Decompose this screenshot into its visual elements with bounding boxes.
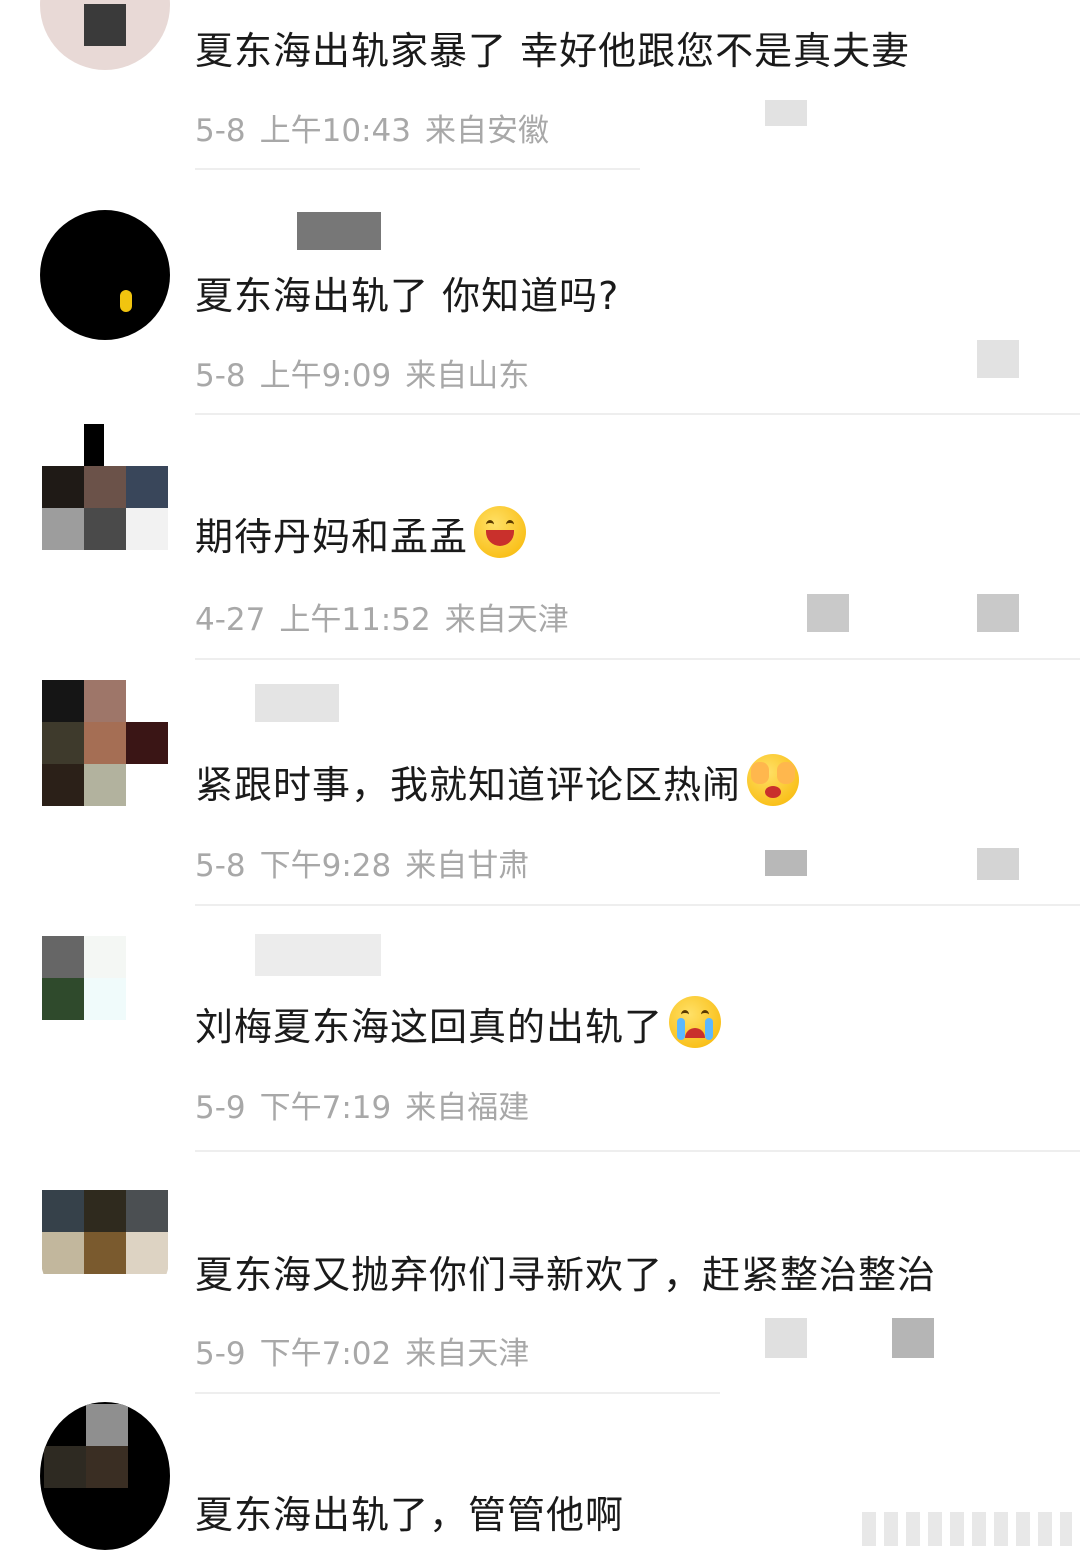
divider (195, 1150, 1080, 1152)
divider (195, 1392, 720, 1394)
avatar[interactable] (40, 1188, 170, 1318)
crying-face-emoji-icon (669, 996, 722, 1048)
comment-item: 夏东海出轨了，管管他啊 (0, 1400, 1080, 1552)
comment-date: 4-27 (195, 602, 266, 638)
avatar[interactable] (40, 424, 170, 554)
covering-eyes-emoji-icon (747, 754, 800, 806)
avatar[interactable] (40, 934, 170, 1064)
comment-meta: 5-9 下午7:19 来自福建 (195, 1082, 529, 1127)
comment-date: 5-9 (195, 1090, 246, 1126)
comment-location: 来自甘肃 (405, 848, 530, 884)
avatar[interactable] (40, 1402, 170, 1550)
like-icon[interactable] (977, 848, 1019, 880)
comment-meta: 5-9 下午7:02 来自天津 (195, 1328, 529, 1373)
divider (195, 413, 1080, 415)
comment-time: 下午7:19 (259, 1090, 392, 1126)
avatar[interactable] (40, 678, 170, 808)
comment-time: 下午7:02 (259, 1336, 392, 1372)
username-redacted (255, 684, 339, 722)
comment-item: 夏东海又抛弃你们寻新欢了，赶紧整治整治 5-9 下午7:02 来自天津 (0, 1170, 1080, 1415)
comment-item: 刘梅夏东海这回真的出轨了 5-9 下午7:19 来自福建 (0, 920, 1080, 1165)
divider (195, 904, 1080, 906)
comment-meta: 5-8 上午10:43 来自安徽 (195, 105, 549, 150)
comment-location: 来自安徽 (424, 113, 549, 149)
comment-text: 夏东海出轨了，管管他啊 (195, 1493, 625, 1537)
username-redacted (297, 212, 381, 250)
comment-item: 期待丹妈和孟孟 4-27 上午11:52 来自天津 (0, 424, 1080, 669)
username-redacted (255, 934, 381, 976)
comment-time: 上午9:09 (259, 358, 392, 394)
comment-meta: 5-8 下午9:28 来自甘肃 (195, 840, 529, 885)
comment-date: 5-8 (195, 358, 246, 394)
comment-date: 5-8 (195, 848, 246, 884)
comment-text: 夏东海出轨了 你知道吗? (195, 274, 620, 318)
comment-text: 紧跟时事，我就知道评论区热闹 (195, 754, 800, 809)
comment-meta: 5-8 上午9:09 来自山东 (195, 350, 529, 395)
divider (195, 658, 1080, 660)
comment-location: 来自天津 (405, 1336, 530, 1372)
comment-location: 来自山东 (405, 358, 530, 394)
comment-location: 来自福建 (405, 1090, 530, 1126)
comment-item: 紧跟时事，我就知道评论区热闹 5-8 下午9:28 来自甘肃 (0, 670, 1080, 915)
comment-text: 刘梅夏东海这回真的出轨了 (195, 996, 722, 1051)
like-icon[interactable] (977, 594, 1019, 632)
reply-icon[interactable] (765, 850, 807, 876)
comment-date: 5-9 (195, 1336, 246, 1372)
comment-meta: 4-27 上午11:52 来自天津 (195, 594, 569, 639)
comment-time: 上午11:52 (279, 602, 431, 638)
watermark-bars (862, 1512, 1072, 1546)
comment-text: 期待丹妈和孟孟 (195, 506, 527, 561)
reply-icon[interactable] (765, 1318, 807, 1358)
comment-text-body: 期待丹妈和孟孟 (195, 515, 469, 559)
comment-item: 夏东海出轨了 你知道吗? 5-8 上午9:09 来自山东 (0, 200, 1080, 445)
comment-time: 下午9:28 (259, 848, 392, 884)
like-icon[interactable] (892, 1318, 934, 1358)
reply-icon[interactable] (807, 594, 849, 632)
comment-text-body: 紧跟时事，我就知道评论区热闹 (195, 763, 742, 807)
avatar[interactable] (40, 210, 170, 340)
comment-text: 夏东海出轨家暴了 幸好他跟您不是真夫妻 (195, 29, 911, 73)
like-icon[interactable] (977, 340, 1019, 378)
comment-time: 上午10:43 (259, 113, 411, 149)
comment-location: 来自天津 (444, 602, 569, 638)
comment-text-body: 刘梅夏东海这回真的出轨了 (195, 1005, 664, 1049)
grinning-face-emoji-icon (474, 506, 527, 558)
divider (195, 168, 640, 170)
avatar[interactable] (40, 0, 170, 70)
reply-icon[interactable] (765, 100, 807, 126)
comment-text: 夏东海又抛弃你们寻新欢了，赶紧整治整治 (195, 1253, 937, 1297)
comment-date: 5-8 (195, 113, 246, 149)
